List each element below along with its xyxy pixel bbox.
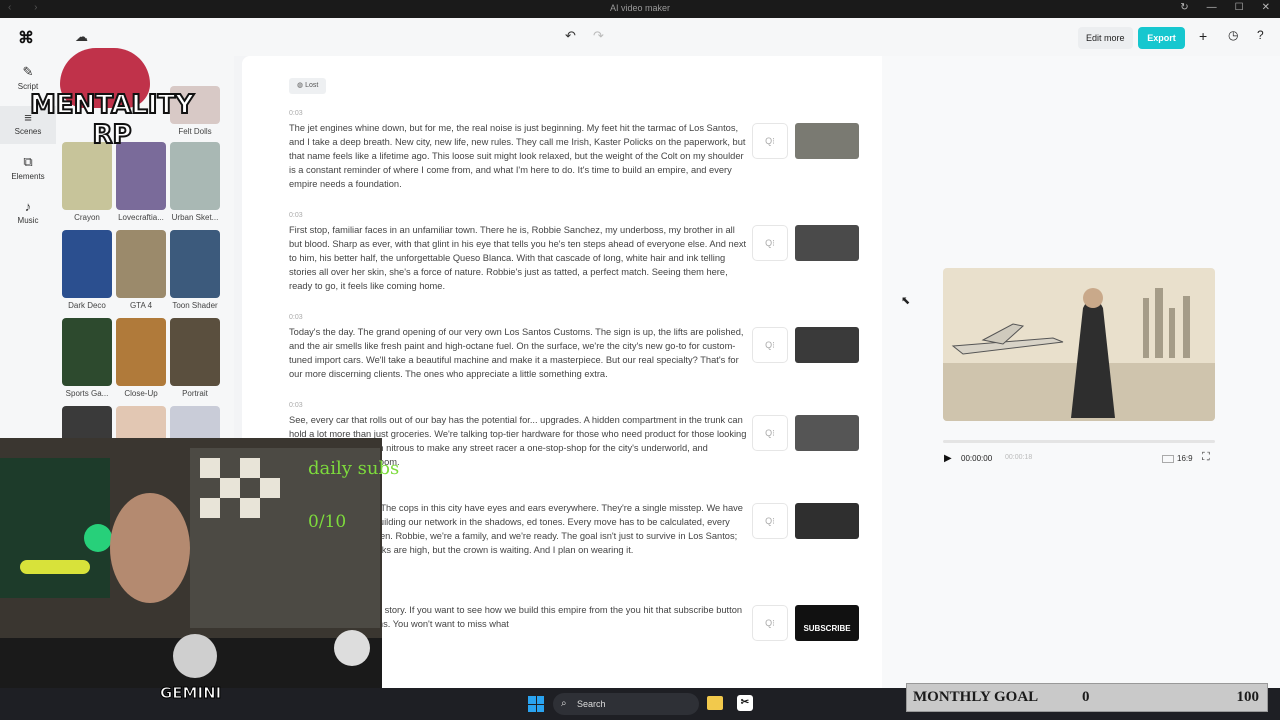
aspect-ratio-label: 16:9 xyxy=(1177,454,1193,463)
channel-logo: MENTALITY RP xyxy=(28,48,196,158)
aspect-ratio-button[interactable]: 16:9 xyxy=(1162,454,1193,463)
minimize-icon[interactable]: — xyxy=(1207,2,1217,13)
current-time: 00:00:00 xyxy=(961,454,993,463)
history-icon[interactable]: ◷ xyxy=(1228,28,1238,42)
goal-current: 0 xyxy=(1082,689,1090,705)
scene-text[interactable]: Today's the day. The grand opening of ou… xyxy=(289,325,747,381)
monthly-goal-widget: MONTHLY GOAL 0 100 xyxy=(906,683,1268,712)
style-label: Crayon xyxy=(74,213,100,222)
close-icon[interactable]: ✕ xyxy=(1262,2,1270,13)
window-controls: ↻ — ☐ ✕ xyxy=(1180,2,1270,13)
style-preview-image xyxy=(62,230,112,298)
script-tag-label: Lost xyxy=(305,82,319,89)
refresh-icon[interactable]: ↻ xyxy=(1180,2,1188,13)
scene-block[interactable]: 0:03 First stop, familiar faces in an un… xyxy=(289,212,859,293)
style-preview-image xyxy=(170,230,220,298)
aspect-ratio-icon xyxy=(1162,454,1174,463)
search-icon: ⌕ xyxy=(561,698,567,709)
video-preview[interactable] xyxy=(943,268,1215,421)
scene-thumbnail[interactable] xyxy=(795,415,859,451)
script-tag[interactable]: ◍ Lost xyxy=(289,78,327,94)
style-label: Close-Up xyxy=(124,389,158,398)
voice-button[interactable]: Q⁝ xyxy=(752,415,788,451)
cloud-upload-icon[interactable]: ☁ xyxy=(75,29,88,45)
style-label: Toon Shader xyxy=(172,301,218,310)
voice-button[interactable]: Q⁝ xyxy=(752,327,788,363)
redo-icon[interactable]: ↷ xyxy=(593,28,604,44)
scene-time: 0:03 xyxy=(289,402,303,409)
style-label: GTA 4 xyxy=(129,301,153,310)
scene-thumbnail[interactable] xyxy=(795,123,859,159)
logo-text-line2: RP xyxy=(91,119,132,151)
style-label: Portrait xyxy=(182,389,208,398)
capcut-logo-icon[interactable]: ⌘ xyxy=(18,28,36,47)
style-thumb[interactable]: Portrait xyxy=(170,318,220,398)
scene-thumbnail[interactable] xyxy=(795,327,859,363)
undo-icon[interactable]: ↶ xyxy=(565,28,576,44)
goal-label: MONTHLY GOAL xyxy=(913,689,1039,705)
nav-item-music[interactable]: ♪ Music xyxy=(0,199,56,225)
nav-label: Music xyxy=(17,216,39,225)
style-thumb[interactable]: Dark Deco xyxy=(62,230,112,310)
taskbar-search-label: Search xyxy=(577,699,606,709)
capcut-app-icon[interactable]: ✂ xyxy=(737,695,753,711)
playback-progress[interactable] xyxy=(943,440,1215,443)
scene-time: 0:03 xyxy=(289,314,303,321)
daily-subs-count: 0/10 xyxy=(308,512,347,532)
window-title: AI video maker xyxy=(609,3,671,13)
add-icon[interactable]: + xyxy=(1199,28,1207,44)
music-icon: ♪ xyxy=(24,199,32,214)
taskbar-search[interactable]: ⌕ Search xyxy=(553,693,699,715)
style-preview-image xyxy=(116,318,166,386)
nav-label: Elements xyxy=(11,172,45,181)
tag-icon: ◍ xyxy=(297,82,304,89)
scene-block[interactable]: 0:03 The jet engines whine down, but for… xyxy=(289,110,859,191)
style-label: Lovecraftia... xyxy=(118,213,164,222)
scene-text[interactable]: The jet engines whine down, but for me, … xyxy=(289,121,747,191)
voice-button[interactable]: Q⁝ xyxy=(752,225,788,261)
scene-thumbnail[interactable]: SUBSCRIBE xyxy=(795,605,859,641)
windows-start-icon[interactable] xyxy=(528,696,544,712)
scene-time: 0:03 xyxy=(289,110,303,117)
play-icon[interactable]: ▶ xyxy=(944,453,952,464)
style-thumb[interactable]: Toon Shader xyxy=(170,230,220,310)
style-label: Dark Deco xyxy=(68,301,106,310)
preview-image xyxy=(943,268,1215,421)
style-preview-image xyxy=(170,318,220,386)
style-label: Urban Sket... xyxy=(171,213,219,222)
style-thumb[interactable]: Sports Ga... xyxy=(62,318,112,398)
scene-time: 0:03 xyxy=(289,212,303,219)
title-bar: ‹ › AI video maker ↻ — ☐ ✕ xyxy=(0,0,1280,18)
fullscreen-icon[interactable]: ⛶ xyxy=(1202,451,1210,464)
style-preview-image xyxy=(62,318,112,386)
duration-time: 00:00:18 xyxy=(1005,454,1033,461)
voice-button[interactable]: Q⁝ xyxy=(752,605,788,641)
streamer-name: GEMINI xyxy=(159,684,222,703)
export-button[interactable]: Export xyxy=(1138,27,1185,49)
mouse-cursor-icon: ⬉ xyxy=(901,295,911,307)
style-thumb[interactable]: GTA 4 xyxy=(116,230,166,310)
goal-target: 100 xyxy=(1236,689,1260,705)
scene-text[interactable]: First stop, familiar faces in an unfamil… xyxy=(289,223,747,293)
preview-panel: ▶ 00:00:00 00:00:18 16:9 ⛶ xyxy=(882,56,1280,688)
logo-text-line1: MENTALITY xyxy=(29,89,195,121)
voice-button[interactable]: Q⁝ xyxy=(752,503,788,539)
style-thumb[interactable]: Close-Up xyxy=(116,318,166,398)
nav-item-elements[interactable]: ⧉ Elements xyxy=(0,154,56,181)
help-icon[interactable]: ? xyxy=(1257,28,1264,42)
voice-button[interactable]: Q⁝ xyxy=(752,123,788,159)
scene-thumbnail[interactable] xyxy=(795,503,859,539)
daily-subs-label: daily subs xyxy=(308,458,400,479)
style-label: Sports Ga... xyxy=(65,389,109,398)
style-preview-image xyxy=(116,230,166,298)
scene-block[interactable]: 0:03 Today's the day. The grand opening … xyxy=(289,314,859,381)
maximize-icon[interactable]: ☐ xyxy=(1235,2,1244,13)
edit-more-button[interactable]: Edit more xyxy=(1078,27,1133,49)
scene-thumbnail[interactable] xyxy=(795,225,859,261)
file-explorer-icon[interactable] xyxy=(707,696,723,710)
